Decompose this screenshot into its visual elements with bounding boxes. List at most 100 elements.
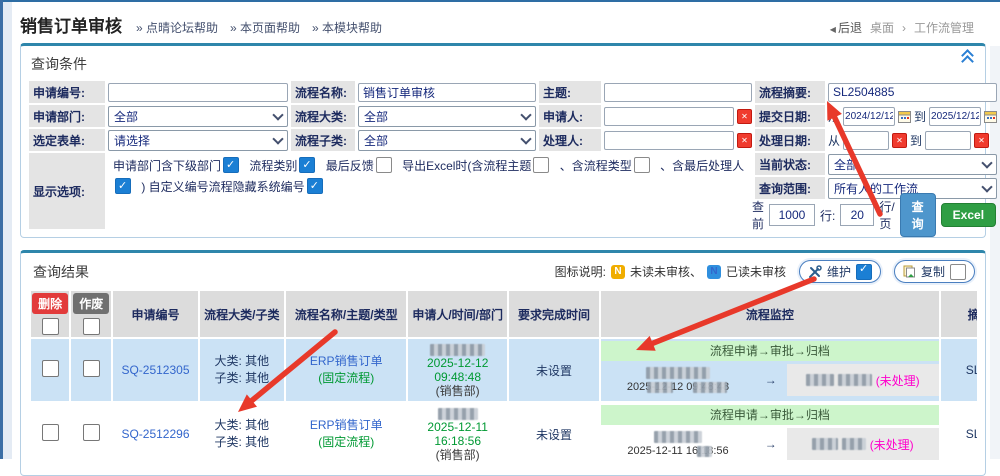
breadcrumb: 后退 桌面 › 工作流管理 xyxy=(830,19,984,36)
table-row: SQ-2512305 大类: 其他子类: 其他 ERP销售订单(固定流程) 20… xyxy=(31,339,977,401)
option-checkbox[interactable] xyxy=(533,157,549,173)
redacted-name xyxy=(842,438,866,450)
clear-icon[interactable] xyxy=(974,133,989,148)
table-row: SQ-2512296 大类: 其他子类: 其他 ERP销售订单(固定流程) 20… xyxy=(31,403,977,465)
clear-icon[interactable] xyxy=(892,133,907,148)
digest-input[interactable] xyxy=(828,83,997,102)
option-checkbox[interactable] xyxy=(223,157,239,173)
apply-dept-select[interactable]: 全部 xyxy=(108,106,288,127)
to-label: 到 xyxy=(914,108,926,125)
legend-read: 已读未审核 xyxy=(726,263,786,280)
per-page-input[interactable] xyxy=(840,204,874,226)
redacted-name xyxy=(438,408,478,420)
breadcrumb-desktop[interactable]: 桌面 xyxy=(870,19,894,36)
flow-subclass-select[interactable]: 全部 xyxy=(358,130,536,151)
maintain-button[interactable]: 维护 xyxy=(799,260,881,283)
read-icon: N xyxy=(707,265,721,279)
breadcrumb-workflow[interactable]: 工作流管理 xyxy=(914,19,974,36)
submit-date-to-input[interactable] xyxy=(929,107,981,126)
page-header: 销售订单审核 » 点晴论坛帮助 » 本页面帮助 » 本模块帮助 后退 桌面 › … xyxy=(12,2,990,43)
chevron-down-icon xyxy=(981,157,992,168)
display-options: 申请部门含下级部门 流程类别 最后反馈 导出Excel时(含流程主题 、含流程类… xyxy=(107,153,753,229)
copy-checkbox[interactable] xyxy=(950,264,966,280)
chevron-down-icon xyxy=(272,133,283,144)
select-all-void-checkbox[interactable] xyxy=(83,318,100,335)
help-link-page[interactable]: » 本页面帮助 xyxy=(230,19,300,36)
col-class: 流程大类/子类 xyxy=(200,291,284,337)
option-checkbox[interactable] xyxy=(634,157,650,173)
flow-name-input[interactable] xyxy=(358,83,536,102)
redacted-patch xyxy=(693,382,727,393)
apply-no-link[interactable]: SQ-2512296 xyxy=(121,427,189,441)
calendar-icon[interactable] xyxy=(898,110,911,123)
back-button[interactable]: 后退 xyxy=(830,19,862,36)
handle-date-label: 处理日期: xyxy=(755,129,825,151)
legend-label: 图标说明: xyxy=(555,263,606,280)
redacted-name xyxy=(646,367,710,379)
select-all-delete-checkbox[interactable] xyxy=(42,318,59,335)
excel-button[interactable]: Excel xyxy=(941,203,996,227)
copy-button[interactable]: 复制 xyxy=(894,260,975,283)
results-panel-title: 查询结果 xyxy=(31,262,91,282)
option-checkbox[interactable] xyxy=(376,157,392,173)
applicant-label: 申请人: xyxy=(539,105,601,127)
handle-date-to-input[interactable] xyxy=(925,131,971,150)
display-options-label: 显示选项: xyxy=(29,153,105,229)
handler-input[interactable] xyxy=(604,131,734,150)
option-checkbox[interactable] xyxy=(115,178,131,194)
flow-subclass-label: 流程子类: xyxy=(291,129,355,151)
chevron-down-icon xyxy=(272,109,283,120)
col-apply-no: 申请编号 xyxy=(113,291,197,337)
query-button[interactable]: 查询 xyxy=(900,193,936,237)
flow-name-label: 流程名称: xyxy=(291,81,355,103)
delete-all-button[interactable]: 删除 xyxy=(32,293,68,314)
help-link-module[interactable]: » 本模块帮助 xyxy=(312,19,382,36)
rows-label: 行: xyxy=(820,207,835,224)
chevron-down-icon xyxy=(520,109,531,120)
col-flow-name: 流程名称/主题/类型 xyxy=(286,291,406,337)
flow-class-label: 流程大类: xyxy=(291,105,355,127)
form-select[interactable]: 请选择 xyxy=(108,130,288,151)
window-left-gutter xyxy=(3,2,12,459)
to-label: 到 xyxy=(910,132,922,149)
chevron-down-icon xyxy=(520,133,531,144)
option-checkbox[interactable] xyxy=(299,157,315,173)
from-label: 从 xyxy=(828,108,840,125)
legend-unread: 未读未审核、 xyxy=(630,263,702,280)
monitor-path: 流程申请→审批→归档 xyxy=(601,341,938,361)
subject-input[interactable] xyxy=(604,83,752,102)
row-delete-checkbox[interactable] xyxy=(42,424,59,441)
applicant-input[interactable] xyxy=(604,107,734,126)
clear-icon[interactable] xyxy=(737,133,752,148)
redacted-patch xyxy=(647,382,673,393)
page-title: 销售订单审核 xyxy=(20,12,122,37)
clear-icon[interactable] xyxy=(737,109,752,124)
collapse-icon[interactable] xyxy=(961,54,973,68)
apply-no-link[interactable]: SQ-2512305 xyxy=(121,363,189,377)
redacted-name xyxy=(838,374,872,386)
option-checkbox[interactable] xyxy=(307,178,323,194)
flow-class-select[interactable]: 全部 xyxy=(358,106,536,127)
monitor-current: (未处理) xyxy=(787,428,939,460)
calendar-icon[interactable] xyxy=(984,110,997,123)
breadcrumb-separator: › xyxy=(902,21,906,35)
help-link-forum[interactable]: » 点晴论坛帮助 xyxy=(136,19,218,36)
col-monitor: 流程监控 xyxy=(601,291,938,337)
handle-date-from-input[interactable] xyxy=(843,131,889,150)
row-delete-checkbox[interactable] xyxy=(42,360,59,377)
row-void-checkbox[interactable] xyxy=(83,360,100,377)
col-digest: 摘要 xyxy=(941,291,977,337)
tools-icon xyxy=(808,265,822,279)
query-panel-title: 查询条件 xyxy=(29,50,977,81)
results-panel: 查询结果 图标说明: N 未读未审核、 N 已读未审核 维护 复制 xyxy=(20,250,986,476)
query-form: 申请编号: 流程名称: 主题: 流程摘要: 申请部门: 全部 流程大类: 全部 … xyxy=(29,81,977,229)
maintain-checkbox[interactable] xyxy=(856,264,872,280)
current-status-select[interactable]: 全部 xyxy=(828,154,997,175)
row-void-checkbox[interactable] xyxy=(83,424,100,441)
results-table: 删除 作废 申请编号 流程大类/子类 流程名称/主题/类型 申请人/时间/部门 … xyxy=(29,289,977,467)
submit-date-from-input[interactable] xyxy=(843,107,895,126)
apply-no-input[interactable] xyxy=(108,83,288,102)
redacted-name xyxy=(430,344,485,356)
void-all-button[interactable]: 作废 xyxy=(73,293,109,314)
top-rows-input[interactable] xyxy=(769,204,815,226)
